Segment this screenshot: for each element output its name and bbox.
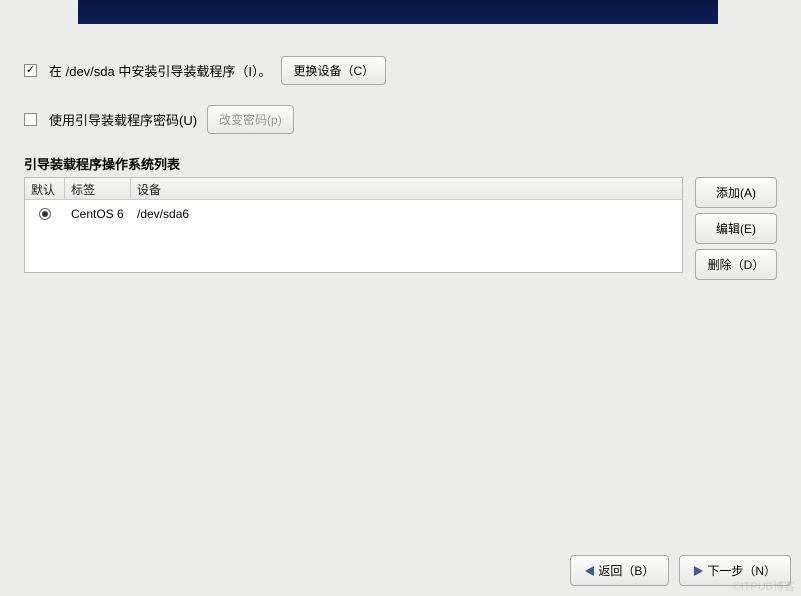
row-default-cell [25,208,65,220]
add-button[interactable]: 添加(A) [695,177,777,208]
bootloader-password-label: 使用引导装载程序密码(U) [49,110,197,129]
arrow-right-icon [694,566,703,576]
row-device-cell: /dev/sda6 [131,207,682,221]
main-content: 在 /dev/sda 中安装引导装载程序（I）。 更换设备（C） 使用引导装载程… [24,56,777,280]
change-password-button: 改变密码(p) [207,105,294,134]
col-default[interactable]: 默认 [25,178,65,199]
next-button-label: 下一步（N） [707,562,776,579]
change-device-button[interactable]: 更换设备（C） [281,56,386,85]
row-label-cell: CentOS 6 [65,207,131,221]
install-bootloader-checkbox[interactable] [24,64,37,77]
os-table: 默认 标签 设备 CentOS 6 /dev/sda6 [24,177,683,273]
install-bootloader-label: 在 /dev/sda 中安装引导装载程序（I）。 [49,61,271,80]
delete-button[interactable]: 删除（D） [695,249,777,280]
row-default-radio[interactable] [39,208,51,220]
arrow-left-icon [585,566,594,576]
side-buttons: 添加(A) 编辑(E) 删除（D） [695,177,777,280]
table-row[interactable]: CentOS 6 /dev/sda6 [25,200,682,224]
bootloader-password-row: 使用引导装载程序密码(U) 改变密码(p) [24,105,777,134]
os-list-title: 引导装载程序操作系统列表 [24,154,777,173]
watermark: ©ITPUB博客 [733,578,796,594]
os-list-area: 默认 标签 设备 CentOS 6 /dev/sda6 添加(A) 编辑(E) … [24,177,777,280]
install-bootloader-row: 在 /dev/sda 中安装引导装载程序（I）。 更换设备（C） [24,56,777,85]
edit-button[interactable]: 编辑(E) [695,213,777,244]
bootloader-password-checkbox[interactable] [24,113,37,126]
banner [78,0,718,24]
col-label[interactable]: 标签 [65,178,131,199]
back-button-label: 返回（B） [598,562,654,579]
col-device[interactable]: 设备 [131,178,682,199]
table-header: 默认 标签 设备 [25,178,682,200]
back-button[interactable]: 返回（B） [570,555,669,586]
